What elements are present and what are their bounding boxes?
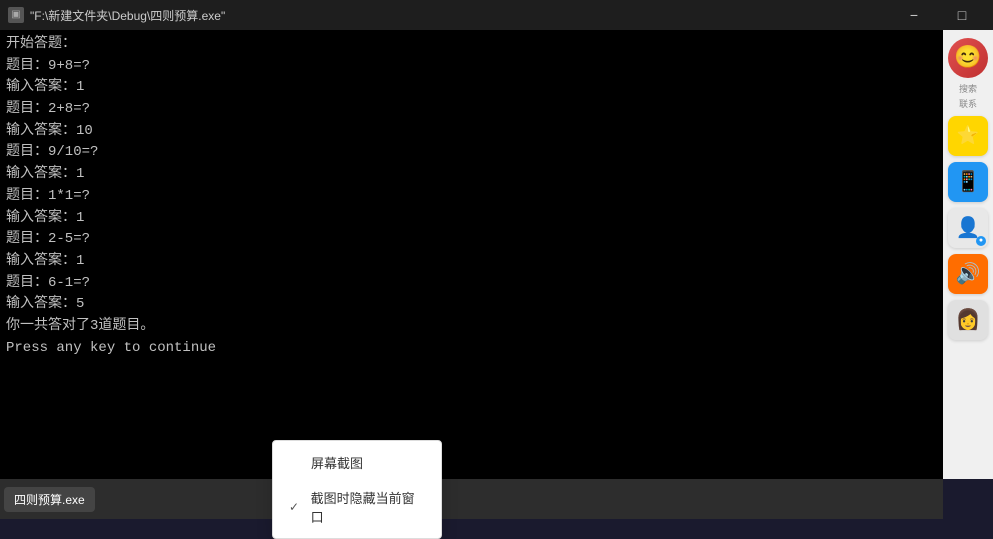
bottom-bar: 四则预算.exe (0, 479, 993, 519)
phone-icon: 📱 (956, 169, 981, 195)
avatar-icon: 😊 (954, 45, 981, 71)
terminal-line: 输入答案：5 (6, 294, 937, 316)
checkmark-icon: ✓ (289, 500, 303, 514)
context-menu-hide-label: 截图时隐藏当前窗口 (311, 488, 425, 526)
right-sidebar: 😊 搜索 联系 ⭐ 📱 👤 ● 🔊 👩 (943, 30, 993, 479)
contacts-label: 联系 (959, 99, 977, 110)
terminal-line: 输入答案：10 (6, 121, 937, 143)
minimize-button[interactable]: − (891, 0, 937, 30)
check-placeholder-icon (289, 456, 303, 470)
terminal-line: 输入答案：1 (6, 208, 937, 230)
search-label: 搜索 (959, 84, 977, 95)
terminal-line: 题目：2-5=? (6, 229, 937, 251)
maximize-button[interactable]: □ (939, 0, 985, 30)
person-button[interactable]: 👤 ● (948, 208, 988, 248)
terminal-line: 题目：9/10=? (6, 142, 937, 164)
terminal-line: Press any key to continue (6, 338, 937, 360)
app-icon-symbol: ▣ (11, 9, 20, 21)
phone-button[interactable]: 📱 (948, 162, 988, 202)
taskbar-item[interactable]: 四则预算.exe (4, 487, 95, 512)
title-bar: ▣ "F:\新建文件夹\Debug\四则预算.exe" − □ (0, 0, 993, 30)
terminal-line: 输入答案：1 (6, 164, 937, 186)
window-title: "F:\新建文件夹\Debug\四则预算.exe" (30, 7, 225, 24)
terminal-line: 开始答题： (6, 34, 937, 56)
sound-icon: 🔊 (956, 261, 981, 287)
avatar2-button[interactable]: 👩 (948, 300, 988, 340)
title-bar-controls: − □ (891, 0, 985, 30)
terminal-line: 题目：1*1=? (6, 186, 937, 208)
sound-button[interactable]: 🔊 (948, 254, 988, 294)
terminal-line: 题目：2+8=? (6, 99, 937, 121)
main-layout: 开始答题：题目：9+8=?输入答案：1题目：2+8=?输入答案：10题目：9/1… (0, 30, 993, 479)
terminal-window[interactable]: 开始答题：题目：9+8=?输入答案：1题目：2+8=?输入答案：10题目：9/1… (0, 30, 943, 479)
star-icon: ⭐ (957, 125, 979, 147)
terminal-line: 题目：6-1=? (6, 273, 937, 295)
taskbar: 四则预算.exe (0, 479, 943, 519)
terminal-line: 你一共答对了3道题目。 (6, 316, 937, 338)
terminal-line: 输入答案：1 (6, 77, 937, 99)
title-bar-left: ▣ "F:\新建文件夹\Debug\四则预算.exe" (8, 7, 225, 24)
context-menu: 屏幕截图 ✓ 截图时隐藏当前窗口 (272, 440, 442, 539)
app-icon: ▣ (8, 7, 24, 23)
terminal-line: 输入答案：1 (6, 251, 937, 273)
notification-badge: ● (976, 236, 986, 246)
avatar2-icon: 👩 (956, 307, 981, 333)
star-button[interactable]: ⭐ (948, 116, 988, 156)
user-avatar[interactable]: 😊 (948, 38, 988, 78)
terminal-line: 题目：9+8=? (6, 56, 937, 78)
context-menu-hide-window[interactable]: ✓ 截图时隐藏当前窗口 (273, 480, 441, 534)
context-menu-screenshot[interactable]: 屏幕截图 (273, 445, 441, 480)
context-menu-screenshot-label: 屏幕截图 (311, 453, 363, 472)
